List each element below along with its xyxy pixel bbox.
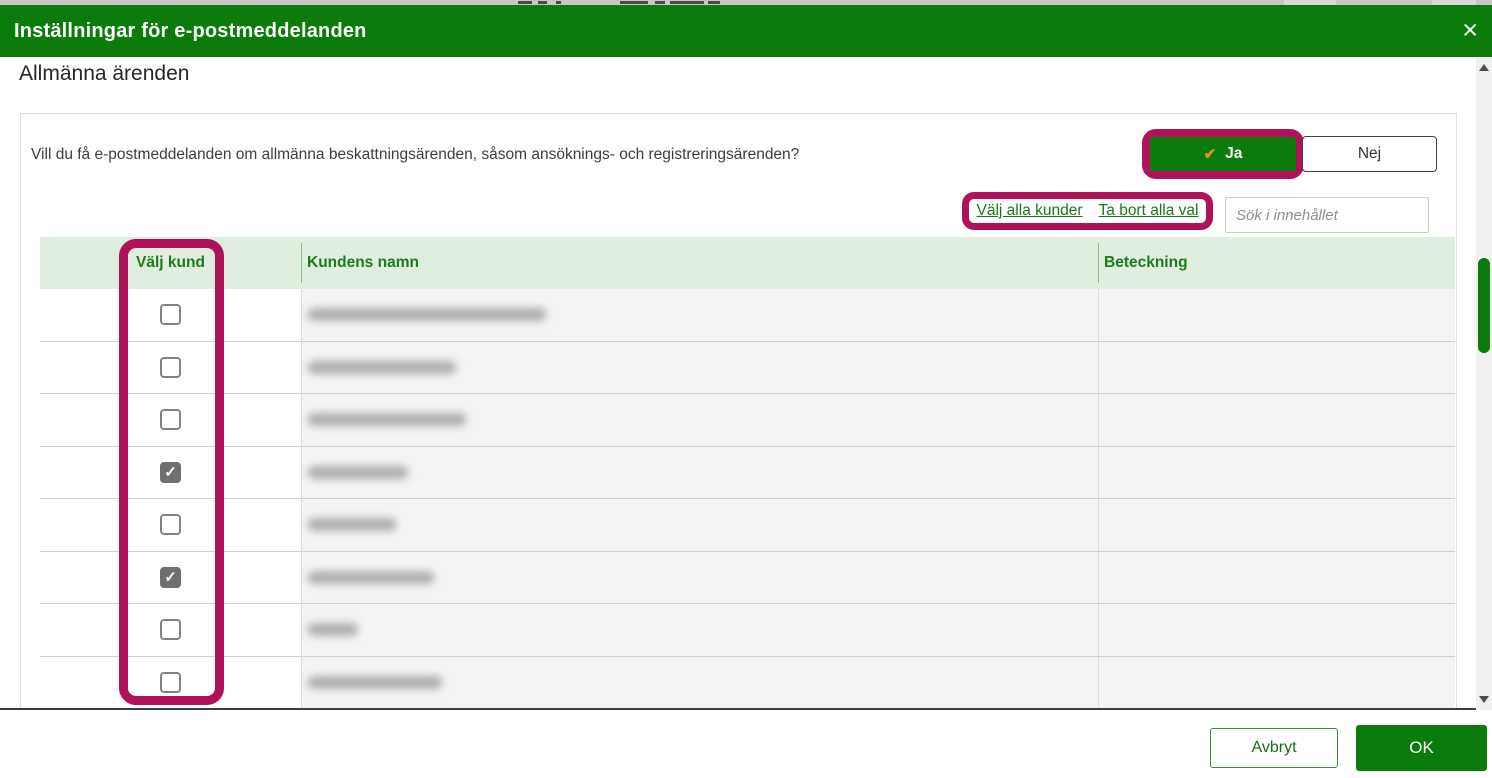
modal-header: Inställningar för e-postmeddelanden ✕ bbox=[0, 5, 1492, 57]
cancel-button-label: Avbryt bbox=[1251, 739, 1297, 756]
redacted-customer-name bbox=[308, 413, 466, 427]
customer-checkbox[interactable] bbox=[160, 671, 181, 693]
yes-button[interactable]: ✔ Ja bbox=[1150, 137, 1296, 171]
cancel-button[interactable]: Avbryt bbox=[1210, 728, 1338, 768]
beteckning-cell bbox=[1098, 394, 1455, 446]
customer-name-cell bbox=[301, 446, 1098, 498]
scroll-down-arrow-icon[interactable] bbox=[1479, 696, 1489, 703]
vertical-scrollbar[interactable] bbox=[1476, 57, 1492, 710]
customer-checkbox[interactable] bbox=[160, 619, 181, 641]
table-row bbox=[40, 394, 1455, 447]
customer-checkbox[interactable] bbox=[160, 356, 181, 378]
highlight-annotation-yes: ✔ Ja bbox=[1142, 129, 1304, 179]
select-all-customers-link[interactable]: Välj alla kunder bbox=[977, 202, 1083, 220]
table-row bbox=[40, 341, 1455, 394]
customer-checkbox[interactable]: ✓ bbox=[160, 461, 181, 483]
background-page-remnant bbox=[538, 1, 547, 4]
column-divider bbox=[301, 243, 302, 283]
checkbox-cell bbox=[40, 394, 301, 446]
customer-name-cell bbox=[301, 604, 1098, 656]
check-icon: ✔ bbox=[1203, 146, 1217, 163]
background-page-remnant bbox=[620, 1, 648, 4]
customer-name-cell bbox=[301, 656, 1098, 708]
checkbox-cell: ✓ bbox=[40, 446, 301, 498]
background-page-remnant bbox=[518, 1, 532, 4]
search-input[interactable] bbox=[1225, 197, 1429, 233]
customer-checkbox[interactable] bbox=[160, 304, 181, 326]
checkbox-cell bbox=[40, 604, 301, 656]
redacted-customer-name bbox=[308, 308, 546, 322]
no-button-label: Nej bbox=[1357, 145, 1382, 162]
customer-name-cell bbox=[301, 499, 1098, 551]
checkbox-cell bbox=[40, 499, 301, 551]
section-title: Allmänna ärenden bbox=[19, 62, 190, 85]
ok-button-label: OK bbox=[1409, 738, 1434, 757]
customer-checkbox[interactable] bbox=[160, 409, 181, 431]
table-row: ✓ bbox=[40, 551, 1455, 604]
table-row bbox=[40, 499, 1455, 552]
ok-button[interactable]: OK bbox=[1356, 725, 1487, 771]
clear-all-selections-link[interactable]: Ta bort alla val bbox=[1099, 202, 1199, 220]
redacted-customer-name bbox=[308, 518, 396, 532]
customer-name-cell bbox=[301, 289, 1098, 341]
customer-checkbox[interactable] bbox=[160, 514, 181, 536]
customer-checkbox[interactable]: ✓ bbox=[160, 566, 181, 588]
customer-name-cell bbox=[301, 394, 1098, 446]
beteckning-cell bbox=[1098, 341, 1455, 393]
table-body: ✓ ✓ bbox=[40, 289, 1455, 709]
close-icon[interactable]: ✕ bbox=[1461, 21, 1479, 42]
background-page-remnant bbox=[556, 1, 561, 4]
table-row: ✓ bbox=[40, 446, 1455, 499]
column-divider bbox=[1098, 243, 1099, 283]
beteckning-cell bbox=[1098, 551, 1455, 603]
column-header-beteckning: Beteckning bbox=[1104, 254, 1188, 271]
redacted-customer-name bbox=[308, 360, 456, 374]
table-row bbox=[40, 289, 1455, 342]
table-row bbox=[40, 604, 1455, 657]
yes-button-label: Ja bbox=[1225, 145, 1243, 162]
beteckning-cell bbox=[1098, 289, 1455, 341]
question-text: Vill du få e-postmeddelanden om allmänna… bbox=[31, 146, 800, 163]
checkbox-cell bbox=[40, 289, 301, 341]
column-header-valj-kund: Välj kund bbox=[136, 254, 205, 271]
redacted-customer-name bbox=[308, 570, 434, 584]
no-button[interactable]: Nej bbox=[1302, 136, 1437, 172]
modal-title: Inställningar för e-postmeddelanden bbox=[14, 19, 367, 42]
beteckning-cell bbox=[1098, 656, 1455, 708]
background-page-remnant bbox=[708, 1, 720, 4]
highlight-annotation-links: Välj alla kunder Ta bort alla val bbox=[962, 192, 1213, 230]
checkbox-cell bbox=[40, 656, 301, 708]
scroll-area-bottom-border bbox=[0, 708, 1476, 710]
beteckning-cell bbox=[1098, 499, 1455, 551]
column-header-kundens-namn: Kundens namn bbox=[307, 254, 419, 271]
redacted-customer-name bbox=[308, 675, 442, 689]
scroll-up-arrow-icon[interactable] bbox=[1479, 64, 1489, 71]
background-page-remnant bbox=[670, 1, 704, 4]
background-page-remnant bbox=[655, 1, 665, 4]
table-row bbox=[40, 656, 1455, 709]
scrollbar-thumb[interactable] bbox=[1478, 258, 1490, 353]
table-header-row: Välj kund Kundens namn Beteckning bbox=[40, 237, 1455, 289]
customer-name-cell bbox=[301, 551, 1098, 603]
redacted-customer-name bbox=[308, 465, 408, 479]
redacted-customer-name bbox=[308, 623, 358, 637]
checkbox-cell bbox=[40, 341, 301, 393]
beteckning-cell bbox=[1098, 604, 1455, 656]
checkbox-cell: ✓ bbox=[40, 551, 301, 603]
beteckning-cell bbox=[1098, 446, 1455, 498]
customer-name-cell bbox=[301, 341, 1098, 393]
